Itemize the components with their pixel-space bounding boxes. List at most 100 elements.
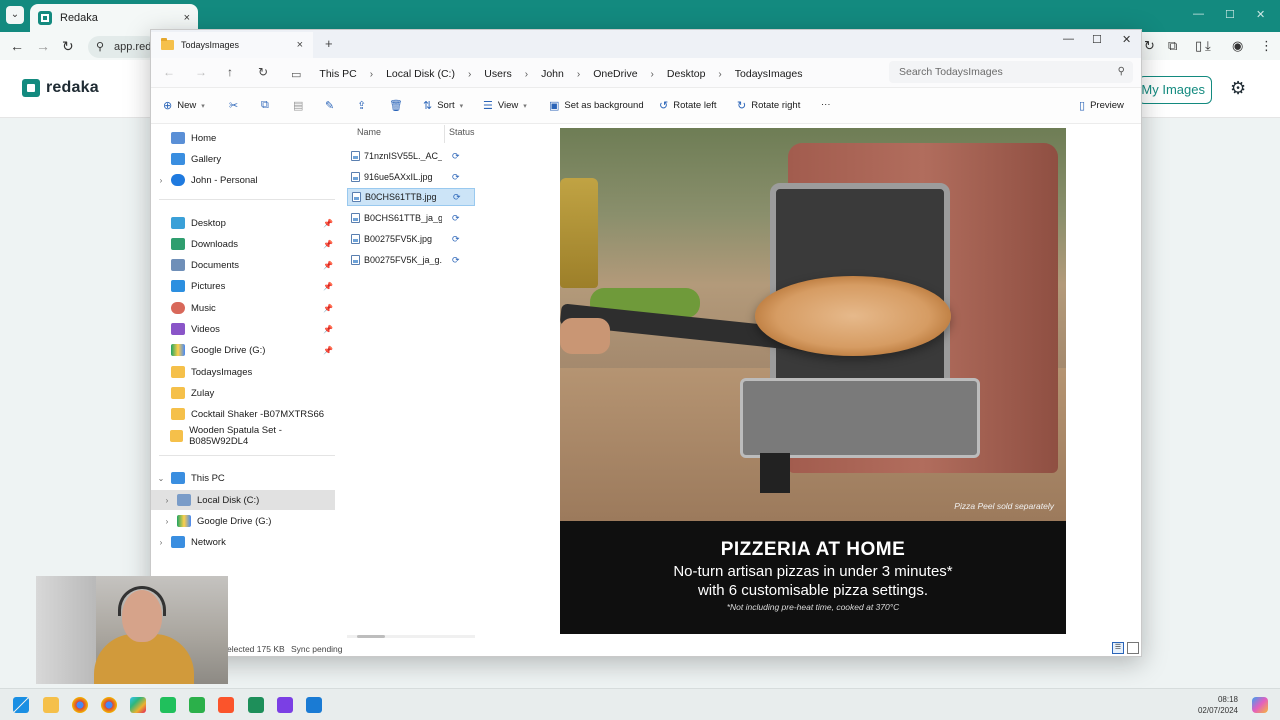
chevron-down-icon[interactable]: ⌄: [6, 6, 24, 24]
paste-button[interactable]: ▤: [293, 99, 303, 112]
delete-button[interactable]: 🗑: [389, 99, 403, 112]
rename-button[interactable]: ✎: [325, 99, 334, 112]
file-row[interactable]: 71nznISV55L._AC_... ⟳: [347, 147, 475, 165]
chevron-right-icon[interactable]: ›: [151, 176, 171, 185]
extensions-icon[interactable]: ⧉: [1168, 38, 1177, 54]
reload-icon[interactable]: ↻: [62, 38, 74, 55]
nav-cocktail-shaker[interactable]: Cocktail Shaker -B07MXTRS66: [151, 404, 335, 424]
search-input[interactable]: Search TodaysImages ⚲: [889, 61, 1133, 83]
nav-videos[interactable]: Videos 📌: [151, 319, 335, 339]
breadcrumb-desktop[interactable]: Desktop: [663, 68, 710, 80]
system-clock[interactable]: 08:18 02/07/2024: [1194, 694, 1238, 716]
details-view-icon[interactable]: ☰: [1112, 642, 1124, 654]
close-tab-icon[interactable]: ×: [297, 39, 303, 51]
chevron-right-icon[interactable]: ›: [151, 538, 171, 547]
nav-todaysimages[interactable]: TodaysImages: [151, 362, 335, 382]
chevron-right-icon[interactable]: ›: [568, 69, 589, 80]
chevron-right-icon[interactable]: ›: [642, 69, 663, 80]
copilot-icon[interactable]: [1252, 697, 1268, 713]
breadcrumb-this-pc[interactable]: This PC: [315, 68, 360, 80]
sidebar-icon[interactable]: ▯: [1195, 38, 1202, 54]
chevron-down-icon[interactable]: ⌄: [151, 474, 171, 483]
breadcrumb-users[interactable]: Users: [480, 68, 515, 80]
chevron-right-icon[interactable]: ›: [709, 69, 730, 80]
nav-desktop[interactable]: Desktop 📌: [151, 213, 335, 233]
file-row[interactable]: B0CHS61TTB_ja_g... ⟳: [347, 209, 475, 227]
close-icon[interactable]: ✕: [1122, 33, 1131, 46]
nav-gallery[interactable]: Gallery: [151, 149, 335, 169]
new-button[interactable]: ⊕ New ▾: [163, 99, 205, 112]
site-info-icon[interactable]: ⚲: [96, 36, 104, 58]
chevron-right-icon[interactable]: ›: [157, 517, 177, 526]
new-tab-button[interactable]: +: [325, 36, 333, 51]
chevron-right-icon[interactable]: ›: [157, 496, 177, 505]
profile-avatar[interactable]: ◉: [1232, 38, 1243, 54]
search-icon[interactable]: ↻: [1144, 38, 1155, 54]
address-bar[interactable]: ⚲ app.red: [88, 36, 158, 58]
cut-button[interactable]: ✂: [229, 99, 238, 112]
brave-icon[interactable]: [218, 697, 234, 713]
breadcrumb-john[interactable]: John: [537, 68, 568, 80]
up-icon[interactable]: ↑: [227, 65, 233, 79]
nav-zulay[interactable]: Zulay: [151, 383, 335, 403]
minimize-icon[interactable]: —: [1063, 33, 1074, 45]
chrome-icon[interactable]: [101, 697, 117, 713]
column-header-status[interactable]: Status: [449, 127, 475, 137]
preview-button[interactable]: ▯ Preview: [1079, 99, 1124, 112]
chevron-right-icon[interactable]: ›: [459, 69, 480, 80]
nav-google-drive-pc[interactable]: › Google Drive (G:): [151, 511, 335, 531]
file-row[interactable]: B00275FV5K.jpg ⟳: [347, 230, 475, 248]
nav-local-disk[interactable]: › Local Disk (C:): [151, 490, 335, 510]
file-row[interactable]: 916ue5AXxIL.jpg ⟳: [347, 168, 475, 186]
maximize-icon[interactable]: ☐: [1092, 33, 1102, 46]
column-divider[interactable]: [444, 125, 445, 143]
gear-icon[interactable]: ⚙: [1230, 78, 1246, 99]
nav-wooden-spatula[interactable]: Wooden Spatula Set - B085W92DL4: [151, 425, 335, 447]
copy-button[interactable]: ⧉: [261, 99, 269, 112]
more-options-button[interactable]: ···: [821, 99, 831, 110]
file-row[interactable]: B00275FV5K_ja_g... ⟳: [347, 251, 475, 269]
forward-icon[interactable]: →: [195, 65, 207, 79]
nav-network[interactable]: › Network: [151, 532, 335, 552]
forward-icon[interactable]: →: [36, 38, 50, 54]
refresh-icon[interactable]: ↻: [258, 65, 268, 79]
slack-icon[interactable]: [130, 697, 146, 713]
app-icon[interactable]: [306, 697, 322, 713]
browser-tab[interactable]: Redaka ×: [30, 4, 198, 32]
file-explorer-icon[interactable]: [43, 697, 59, 713]
nav-google-drive[interactable]: Google Drive (G:) 📌: [151, 340, 335, 360]
monitor-icon[interactable]: ▭: [291, 68, 301, 81]
app-icon[interactable]: [277, 697, 293, 713]
share-button[interactable]: ⇪: [357, 99, 366, 112]
my-images-button[interactable]: My Images: [1138, 76, 1212, 104]
browser-tab-close-icon[interactable]: ×: [184, 12, 190, 24]
sort-button[interactable]: ⇅ Sort ▾: [423, 99, 463, 112]
tiles-view-icon[interactable]: [1127, 642, 1139, 654]
scrollbar-thumb[interactable]: [357, 635, 385, 638]
rotate-left-button[interactable]: ↺ Rotate left: [659, 99, 717, 112]
redaka-logo[interactable]: redaka: [22, 79, 99, 97]
chevron-right-icon[interactable]: ›: [516, 69, 537, 80]
nav-this-pc[interactable]: ⌄ This PC: [151, 468, 335, 488]
app-icon[interactable]: [160, 697, 176, 713]
app-icon[interactable]: [248, 697, 264, 713]
back-icon[interactable]: ←: [163, 65, 175, 79]
browser-close-icon[interactable]: ✕: [1256, 8, 1265, 21]
column-header-name[interactable]: Name: [357, 127, 381, 137]
breadcrumb-local-disk[interactable]: Local Disk (C:): [382, 68, 459, 80]
nav-home[interactable]: Home: [151, 128, 335, 148]
browser-menu-icon[interactable]: ⋮: [1260, 38, 1273, 54]
view-button[interactable]: ☰ View ▾: [483, 99, 527, 112]
back-icon[interactable]: ←: [10, 38, 24, 54]
rotate-right-button[interactable]: ↻ Rotate right: [737, 99, 800, 112]
file-row-selected[interactable]: B0CHS61TTB.jpg ⟳: [347, 188, 475, 206]
nav-documents[interactable]: Documents 📌: [151, 255, 335, 275]
explorer-tab[interactable]: TodaysImages ×: [151, 32, 313, 58]
horizontal-scrollbar[interactable]: [347, 635, 475, 638]
browser-maximize-icon[interactable]: ☐: [1225, 8, 1235, 21]
download-icon[interactable]: ⤓: [1205, 38, 1211, 54]
breadcrumb-todaysimages[interactable]: TodaysImages: [731, 68, 807, 80]
browser-minimize-icon[interactable]: —: [1193, 8, 1204, 20]
nav-pictures[interactable]: Pictures 📌: [151, 276, 335, 296]
chrome-icon[interactable]: [72, 697, 88, 713]
